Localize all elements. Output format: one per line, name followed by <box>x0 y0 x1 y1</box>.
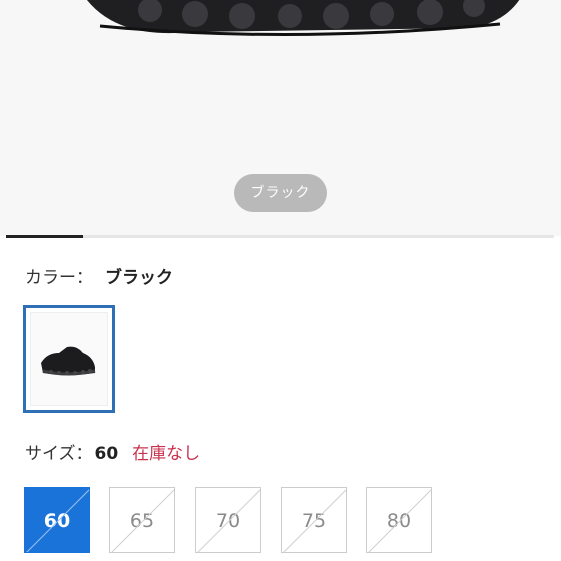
size-option-60[interactable]: 60 <box>24 487 90 553</box>
shoe-thumbnail-icon <box>41 346 96 376</box>
gallery-progress-fill <box>6 235 83 238</box>
unavailable-slash-icon <box>26 489 89 552</box>
stock-status: 在庫なし <box>132 444 201 464</box>
unavailable-slash-icon <box>283 489 346 552</box>
unavailable-slash-icon <box>197 489 260 552</box>
image-color-chip: ブラック <box>234 174 327 212</box>
product-image-gallery[interactable]: ブラック <box>0 0 561 236</box>
size-option-70[interactable]: 70 <box>195 487 261 553</box>
color-selection-header: カラー： ブラック <box>25 266 173 290</box>
unavailable-slash-icon <box>111 489 174 552</box>
selected-color-value: ブラック <box>105 268 173 288</box>
unavailable-slash-icon <box>368 489 431 552</box>
gallery-progress-bar <box>6 235 554 238</box>
size-option-75[interactable]: 75 <box>281 487 347 553</box>
selected-size-value: 60 <box>94 444 119 464</box>
size-label: サイズ： <box>25 444 93 464</box>
size-option-65[interactable]: 65 <box>109 487 175 553</box>
shoe-sole-icon <box>87 0 520 37</box>
size-selection-header: サイズ： 60 在庫なし <box>25 442 200 466</box>
size-option-80[interactable]: 80 <box>366 487 432 553</box>
swatch-image <box>30 312 108 406</box>
color-label: カラー： <box>25 268 93 288</box>
color-swatch-black[interactable] <box>23 305 115 413</box>
